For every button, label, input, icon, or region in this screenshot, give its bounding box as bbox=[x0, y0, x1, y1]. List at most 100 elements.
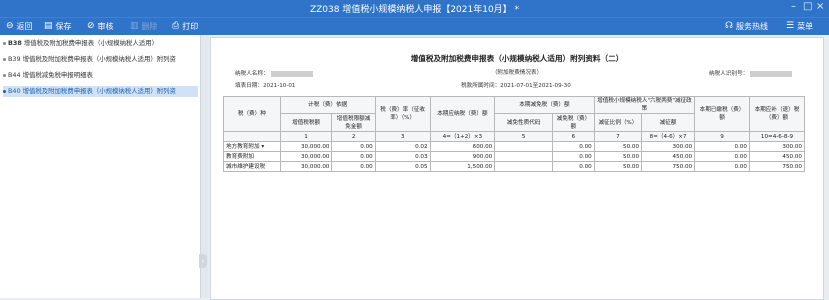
cell-paid[interactable]: 0.00 bbox=[694, 161, 750, 172]
col-group-basis: 计税（费）依据 bbox=[279, 96, 376, 114]
tax-type-select[interactable]: 地方教育附加 ▾ bbox=[223, 141, 281, 152]
table-row: 教育费附加 30,000.00 0.00 0.03 900.00 0.00 50… bbox=[223, 151, 806, 162]
save-button[interactable]: ▤ 保存 bbox=[44, 20, 72, 32]
sidebar-item-code: B38 bbox=[8, 39, 22, 47]
sidebar-item-b44[interactable]: B44 增值税减免税申报明细表 bbox=[3, 70, 198, 81]
index-cell: 9 bbox=[694, 131, 750, 142]
index-cell: 5 bbox=[494, 131, 554, 142]
index-cell: 6 bbox=[552, 131, 595, 142]
col-tax-type: 税（费）种 bbox=[223, 96, 281, 132]
cell-vat-amount[interactable]: 30,000.00 bbox=[279, 151, 333, 162]
cell-current-due: 900.00 bbox=[429, 151, 496, 162]
index-cell: 8=（4-6）×7 bbox=[641, 131, 696, 142]
index-cell: 3 bbox=[374, 131, 431, 142]
save-icon: ▤ bbox=[44, 21, 53, 31]
period-label: 税款所属时间： bbox=[461, 83, 501, 89]
bullet-icon bbox=[3, 89, 6, 93]
cell-vat-reduction[interactable]: 0.00 bbox=[331, 141, 376, 152]
cell-vat-reduction[interactable]: 0.00 bbox=[331, 161, 376, 172]
cell-refund: 750.00 bbox=[748, 161, 806, 172]
cell-vat-amount[interactable]: 30,000.00 bbox=[279, 141, 333, 152]
cell-reduction-amount: 750.00 bbox=[641, 161, 696, 172]
cell-reduction-ratio: 50.00 bbox=[593, 151, 643, 162]
maximize-button[interactable]: □ bbox=[803, 1, 812, 12]
sidebar-item-b40[interactable]: B40 增值税及附加税费申报表（小规模纳税人适用）附列资 bbox=[3, 86, 198, 97]
fill-date-value: 2021-10-01 bbox=[262, 83, 296, 89]
review-label: 审核 bbox=[97, 21, 114, 31]
cell-vat-amount[interactable]: 30,000.00 bbox=[279, 161, 333, 172]
col-paid: 本期已缴税（费）额 bbox=[694, 96, 750, 132]
minimize-button[interactable]: – bbox=[791, 1, 796, 12]
col-relief-amount: 减免税（费）额 bbox=[552, 113, 595, 132]
tax-type-cell[interactable]: 城市维护建设税 bbox=[223, 161, 281, 172]
window-title: ZZ038 增值税小规模纳税人申报【2021年10月】 * bbox=[309, 5, 520, 15]
cell-refund: 300.00 bbox=[748, 141, 806, 152]
col-vat-reduction: 增值税限额减免金额 bbox=[331, 113, 376, 132]
print-icon: ⎙ bbox=[172, 21, 180, 31]
cell-paid[interactable]: 0.00 bbox=[694, 141, 750, 152]
table-row: 城市维护建设税 30,000.00 0.00 0.05 1,500.00 0.0… bbox=[223, 161, 806, 172]
col-group-policy: 增值税小规模纳税人"六税两费"减征政策 bbox=[593, 96, 696, 114]
cell-reduction-amount: 300.00 bbox=[641, 141, 696, 152]
col-refund: 本期应补（退）税（费）额 bbox=[748, 96, 806, 132]
sidebar-item-label: 增值税及附加税费申报表（小规模纳税人适用） bbox=[23, 39, 159, 47]
menu-icon: ☰ bbox=[786, 21, 795, 31]
index-cell: 4=（1+2）×3 bbox=[429, 131, 496, 142]
title-bar: ZZ038 增值税小规模纳税人申报【2021年10月】 * – □ × bbox=[0, 0, 829, 17]
fill-date-label: 填表日期： bbox=[235, 83, 263, 89]
cell-rate: 0.03 bbox=[374, 151, 431, 162]
surcharge-table: 税（费）种 计税（费）依据 税（费）率（征收率）（%） 本期应纳税（费）额 本期… bbox=[223, 96, 806, 172]
collapse-arrow-icon[interactable]: ‹ bbox=[199, 254, 207, 268]
cell-relief-amount[interactable]: 0.00 bbox=[552, 151, 595, 162]
menu-button[interactable]: ☰ 菜单 bbox=[786, 20, 813, 32]
col-rate: 税（费）率（征收率）（%） bbox=[374, 96, 431, 132]
cell-paid[interactable]: 0.00 bbox=[694, 151, 750, 162]
cell-relief-code[interactable] bbox=[494, 151, 554, 162]
cell-reduction-ratio: 50.00 bbox=[593, 161, 643, 172]
index-cell bbox=[223, 131, 281, 142]
sidebar-item-b38[interactable]: B38 增值税及附加税费申报表（小规模纳税人适用） bbox=[3, 38, 198, 49]
col-relief-code: 减免性质代码 bbox=[494, 113, 554, 132]
col-group-relief: 本期减免税（费）额 bbox=[494, 96, 595, 114]
cell-current-due: 1,500.00 bbox=[429, 161, 496, 172]
taxpayer-name-label: 纳税人名称： bbox=[235, 71, 269, 77]
sidebar-item-b39[interactable]: B39 增值税及附加税费申报表（小规模纳税人适用）附列资 bbox=[3, 54, 198, 65]
bullet-icon bbox=[3, 57, 6, 61]
print-label: 打印 bbox=[182, 21, 199, 31]
headset-icon: ☊ bbox=[725, 21, 733, 31]
col-reduction-amount: 减征额 bbox=[641, 113, 696, 132]
redacted-value bbox=[270, 70, 313, 77]
cell-refund: 450.00 bbox=[748, 151, 806, 162]
print-button[interactable]: ⎙ 打印 bbox=[172, 20, 198, 32]
form-list-sidebar: B38 增值税及附加税费申报表（小规模纳税人适用） B39 增值税及附加税费申报… bbox=[0, 35, 201, 298]
toolbar: ⊖ 返回 ▤ 保存 ⊘ 审核 ▥ 删除 ⎙ 打印 ☊ 服务热线 ☰ 菜单 bbox=[0, 17, 829, 35]
index-cell: 2 bbox=[331, 131, 376, 142]
report-title: 增值税及附加税费申报表（小规模纳税人适用）附列资料（二） bbox=[410, 54, 624, 63]
table-row: 地方教育附加 ▾ 30,000.00 0.00 0.02 600.00 0.00… bbox=[223, 141, 806, 152]
hotline-button[interactable]: ☊ 服务热线 bbox=[725, 20, 768, 32]
cell-relief-code[interactable] bbox=[494, 141, 554, 152]
cell-reduction-ratio: 50.00 bbox=[593, 141, 643, 152]
sidebar-item-label: 增值税及附加税费申报表（小规模纳税人适用）附列资 bbox=[22, 87, 176, 95]
cell-relief-code[interactable] bbox=[494, 161, 554, 172]
cell-rate: 0.05 bbox=[374, 161, 431, 172]
tax-type-cell[interactable]: 教育费附加 bbox=[223, 151, 281, 162]
hotline-label: 服务热线 bbox=[736, 21, 768, 31]
cell-relief-amount[interactable]: 0.00 bbox=[552, 141, 595, 152]
delete-label: 删除 bbox=[141, 21, 158, 31]
cell-vat-reduction[interactable]: 0.00 bbox=[331, 151, 376, 162]
taxpayer-id-label: 纳税人识别号： bbox=[709, 71, 749, 77]
back-icon: ⊖ bbox=[6, 21, 14, 31]
cell-relief-amount[interactable]: 0.00 bbox=[552, 161, 595, 172]
close-button[interactable]: × bbox=[816, 1, 824, 12]
review-button[interactable]: ⊘ 审核 bbox=[87, 20, 114, 32]
col-current-due: 本期应纳税（费）额 bbox=[429, 96, 496, 132]
back-button[interactable]: ⊖ 返回 bbox=[6, 20, 33, 32]
tax-type-value: 地方教育附加 bbox=[226, 143, 260, 150]
save-label: 保存 bbox=[55, 21, 72, 31]
back-label: 返回 bbox=[16, 21, 33, 31]
index-cell: 7 bbox=[593, 131, 643, 142]
delete-button[interactable]: ▥ 删除 bbox=[130, 20, 158, 32]
col-reduction-ratio: 减征比例（%） bbox=[593, 113, 643, 132]
review-icon: ⊘ bbox=[87, 21, 95, 31]
